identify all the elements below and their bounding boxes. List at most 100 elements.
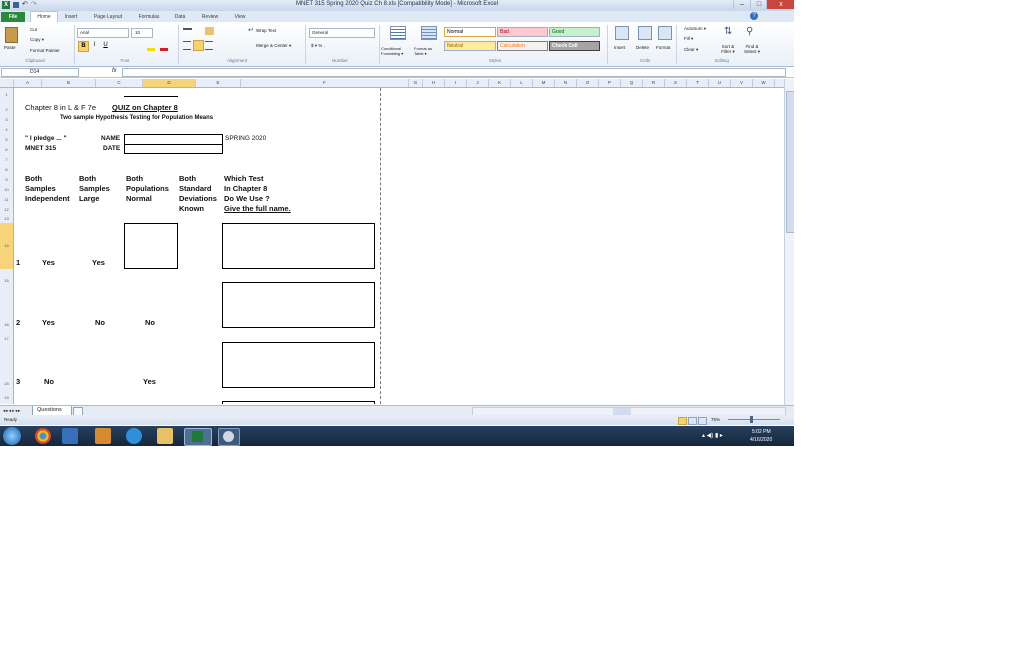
vertical-scrollbar[interactable] xyxy=(784,79,794,405)
normal-view-icon[interactable] xyxy=(678,417,687,425)
column-header-f[interactable]: F xyxy=(241,79,409,87)
tab-review[interactable]: Review xyxy=(195,12,225,22)
app-taskbar-icon[interactable] xyxy=(218,428,240,446)
sort-filter-button[interactable]: Sort & Filter ▾ xyxy=(719,44,737,54)
column-header-o[interactable]: O xyxy=(577,79,599,87)
column-header-j[interactable]: J xyxy=(467,79,489,87)
answer-box-1[interactable] xyxy=(222,223,375,269)
column-header-m[interactable]: M xyxy=(533,79,555,87)
date-field[interactable] xyxy=(124,144,223,154)
column-header-v[interactable]: V xyxy=(731,79,753,87)
align-middle-icon[interactable] xyxy=(195,28,204,35)
style-good[interactable]: Good xyxy=(549,27,600,37)
bold-button[interactable]: B xyxy=(78,41,89,52)
conditional-formatting-button[interactable]: Conditional Formatting ▾ xyxy=(381,46,411,56)
cut-button[interactable]: Cut xyxy=(30,27,37,32)
file-explorer-icon[interactable] xyxy=(157,428,173,444)
column-header-h[interactable]: H xyxy=(423,79,445,87)
select-all-corner[interactable] xyxy=(0,79,14,87)
row-header-17[interactable]: 17 xyxy=(0,332,13,346)
column-header-g[interactable]: G xyxy=(409,79,423,87)
column-header-a[interactable]: A xyxy=(14,79,42,87)
align-center-icon[interactable] xyxy=(193,40,204,51)
row-header-2[interactable]: 2 xyxy=(0,105,13,115)
style-calculation[interactable]: Calculation xyxy=(497,41,548,51)
merge-center-button[interactable]: Merge & Center ▾ xyxy=(256,43,291,49)
row-header-16[interactable]: 16 xyxy=(0,318,13,332)
number-format-select[interactable]: General xyxy=(309,28,375,38)
column-header-d[interactable]: D xyxy=(143,79,196,87)
media-player-icon[interactable] xyxy=(62,428,78,444)
row-header-13[interactable]: 13 xyxy=(0,215,13,223)
column-header-w[interactable]: W xyxy=(753,79,775,87)
row-header-8[interactable]: 8 xyxy=(0,165,13,175)
column-header-i[interactable]: I xyxy=(445,79,467,87)
tray-icons[interactable]: ▴ ◀) ▮ ▸ xyxy=(702,432,723,439)
sheet-nav-arrows-icon[interactable]: ◂◂ ◂ ▸ ▸▸ xyxy=(3,408,20,414)
column-header-t[interactable]: T xyxy=(687,79,709,87)
tab-data[interactable]: Data xyxy=(168,12,192,22)
excel-taskbar-icon[interactable] xyxy=(184,428,212,446)
name-box[interactable]: D14 xyxy=(1,68,79,77)
font-size-select[interactable]: 10 xyxy=(131,28,153,38)
row-header-3[interactable]: 3 xyxy=(0,115,13,125)
column-header-u[interactable]: U xyxy=(709,79,731,87)
worksheet-grid[interactable]: Chapter 8 in L & F 7e QUIZ on Chapter 8 … xyxy=(14,88,784,404)
italic-button[interactable]: I xyxy=(90,41,99,50)
style-bad[interactable]: Bad xyxy=(497,27,548,37)
column-header-b[interactable]: B xyxy=(42,79,96,87)
row-header-10[interactable]: 10 xyxy=(0,185,13,195)
column-header-c[interactable]: C xyxy=(96,79,143,87)
currency-format-button[interactable]: $ ▾ % , xyxy=(311,43,325,49)
answer-box-3[interactable] xyxy=(222,342,375,388)
fill-color-icon[interactable] xyxy=(147,48,155,51)
row-header-5[interactable]: 5 xyxy=(0,135,13,145)
zoom-level[interactable]: 75% xyxy=(711,417,720,422)
h-scroll-thumb[interactable] xyxy=(613,408,631,415)
insert-cells-button[interactable]: Insert xyxy=(614,45,625,50)
font-color-icon[interactable] xyxy=(160,48,168,51)
column-header-q[interactable]: Q xyxy=(621,79,643,87)
wrap-text-button[interactable]: Wrap Text xyxy=(256,28,276,33)
tab-view[interactable]: View xyxy=(227,12,253,22)
copy-button[interactable]: Copy ▾ xyxy=(30,37,44,43)
row-header-9[interactable]: 9 xyxy=(0,175,13,185)
answer-box-4[interactable] xyxy=(222,401,375,404)
format-cells-button[interactable]: Format xyxy=(656,45,670,50)
align-top-icon[interactable] xyxy=(183,28,192,37)
column-header-n[interactable]: N xyxy=(555,79,577,87)
scroll-thumb[interactable] xyxy=(786,91,794,233)
row-header-12[interactable]: 12 xyxy=(0,205,13,215)
style-neutral[interactable]: Neutral xyxy=(444,41,496,51)
row-header-19[interactable]: 19 xyxy=(0,391,13,405)
fx-icon[interactable]: fx xyxy=(112,68,117,74)
style-check-cell[interactable]: Check Cell xyxy=(549,41,600,51)
tab-file[interactable]: File xyxy=(1,12,25,22)
answer-box-2[interactable] xyxy=(222,282,375,328)
column-header-e[interactable]: E xyxy=(196,79,241,87)
autosum-button[interactable]: AutoSum ▾ xyxy=(684,26,706,32)
start-button[interactable] xyxy=(3,427,21,445)
paste-button[interactable]: Paste xyxy=(3,25,19,55)
formula-input[interactable] xyxy=(122,68,786,77)
page-layout-view-icon[interactable] xyxy=(688,417,697,425)
internet-explorer-icon[interactable] xyxy=(126,428,142,444)
selected-cell-d14[interactable] xyxy=(124,223,178,269)
column-header-p[interactable]: P xyxy=(599,79,621,87)
align-right-icon[interactable] xyxy=(205,41,213,50)
row-header-18[interactable]: 18 xyxy=(0,377,13,391)
clear-button[interactable]: Clear ▾ xyxy=(684,47,698,53)
align-left-icon[interactable] xyxy=(183,41,191,50)
maximize-button[interactable]: □ xyxy=(750,0,767,9)
row-header-1[interactable]: 1 xyxy=(0,90,13,100)
style-normal[interactable]: Normal xyxy=(444,27,496,37)
delete-cells-button[interactable]: Delete xyxy=(636,45,649,50)
close-button[interactable]: x xyxy=(766,0,794,9)
column-header-k[interactable]: K xyxy=(489,79,511,87)
underline-button[interactable]: U xyxy=(101,41,110,50)
page-break-view-icon[interactable] xyxy=(698,417,707,425)
tab-insert[interactable]: Insert xyxy=(58,12,84,22)
row-header-6[interactable]: 6 xyxy=(0,145,13,155)
help-icon[interactable]: ? xyxy=(750,12,758,20)
font-name-select[interactable]: Arial xyxy=(77,28,129,38)
